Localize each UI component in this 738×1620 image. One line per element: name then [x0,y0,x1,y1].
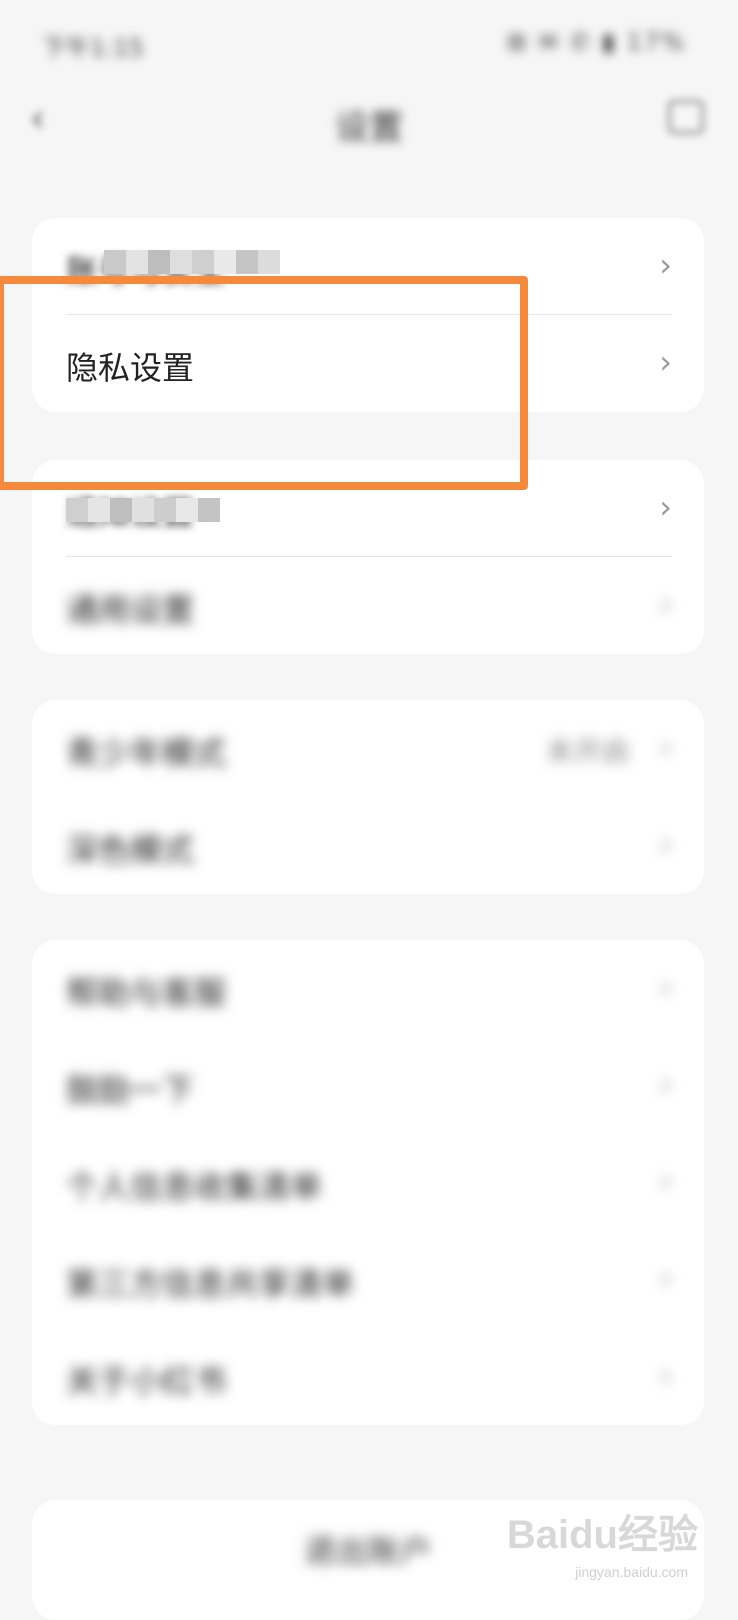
row-value: 未开启 [545,735,630,768]
settings-card-about: 帮助与客服 › 鼓励一下 › 个人信息收集清单 › 第三方信息共享清单 › 关于… [32,940,704,1425]
settings-row-dark-mode[interactable]: 深色模式 › [32,797,704,894]
status-icons: ⊞ ✉ ✆ ▮ 17% [506,28,686,56]
chevron-right-icon: › [659,1065,672,1103]
settings-row-teen-mode[interactable]: 青少年模式 未开启 › [32,700,704,797]
chevron-right-icon: › [659,488,672,526]
settings-row-general[interactable]: 通用设置 › [32,557,704,654]
row-label: 帮助与客服 [66,974,227,1012]
settings-row-encourage[interactable]: 鼓励一下 › [32,1037,704,1134]
chevron-right-icon: › [659,825,672,863]
row-label: 深色模式 [66,831,195,869]
privacy-mosaic [66,498,220,522]
watermark-url: jingyan.baidu.com [575,1564,688,1580]
settings-row-personal-info-list[interactable]: 个人信息收集清单 › [32,1134,704,1231]
page-title: 设置 [335,108,403,148]
status-time: 下午1:15 [42,34,144,62]
row-label: 鼓励一下 [66,1071,195,1109]
settings-card-modes: 青少年模式 未开启 › 深色模式 › [32,700,704,894]
more-icon[interactable] [668,100,704,134]
chevron-right-icon: › [659,343,672,381]
chevron-right-icon: › [659,246,672,284]
highlight-box [0,276,528,490]
settings-row-about[interactable]: 关于小红书 › [32,1328,704,1425]
nav-bar: ‹ 设置 [0,80,738,160]
status-bar: 下午1:15 ⊞ ✉ ✆ ▮ 17% [0,0,738,80]
settings-row-third-party-list[interactable]: 第三方信息共享清单 › [32,1231,704,1328]
row-label: 个人信息收集清单 [66,1168,323,1206]
row-label: 通用设置 [66,591,195,629]
chevron-right-icon: › [659,585,672,623]
chevron-right-icon: › [659,728,672,766]
row-label: 青少年模式 [66,734,227,772]
settings-row-help[interactable]: 帮助与客服 › [32,940,704,1037]
chevron-right-icon: › [659,1259,672,1297]
baidu-watermark: Baidu经验 [506,1513,698,1557]
chevron-right-icon: › [659,1356,672,1394]
row-label: 第三方信息共享清单 [66,1265,355,1303]
chevron-right-icon: › [659,968,672,1006]
chevron-right-icon: › [659,1162,672,1200]
row-label: 关于小红书 [66,1362,227,1400]
privacy-mosaic [104,250,280,274]
